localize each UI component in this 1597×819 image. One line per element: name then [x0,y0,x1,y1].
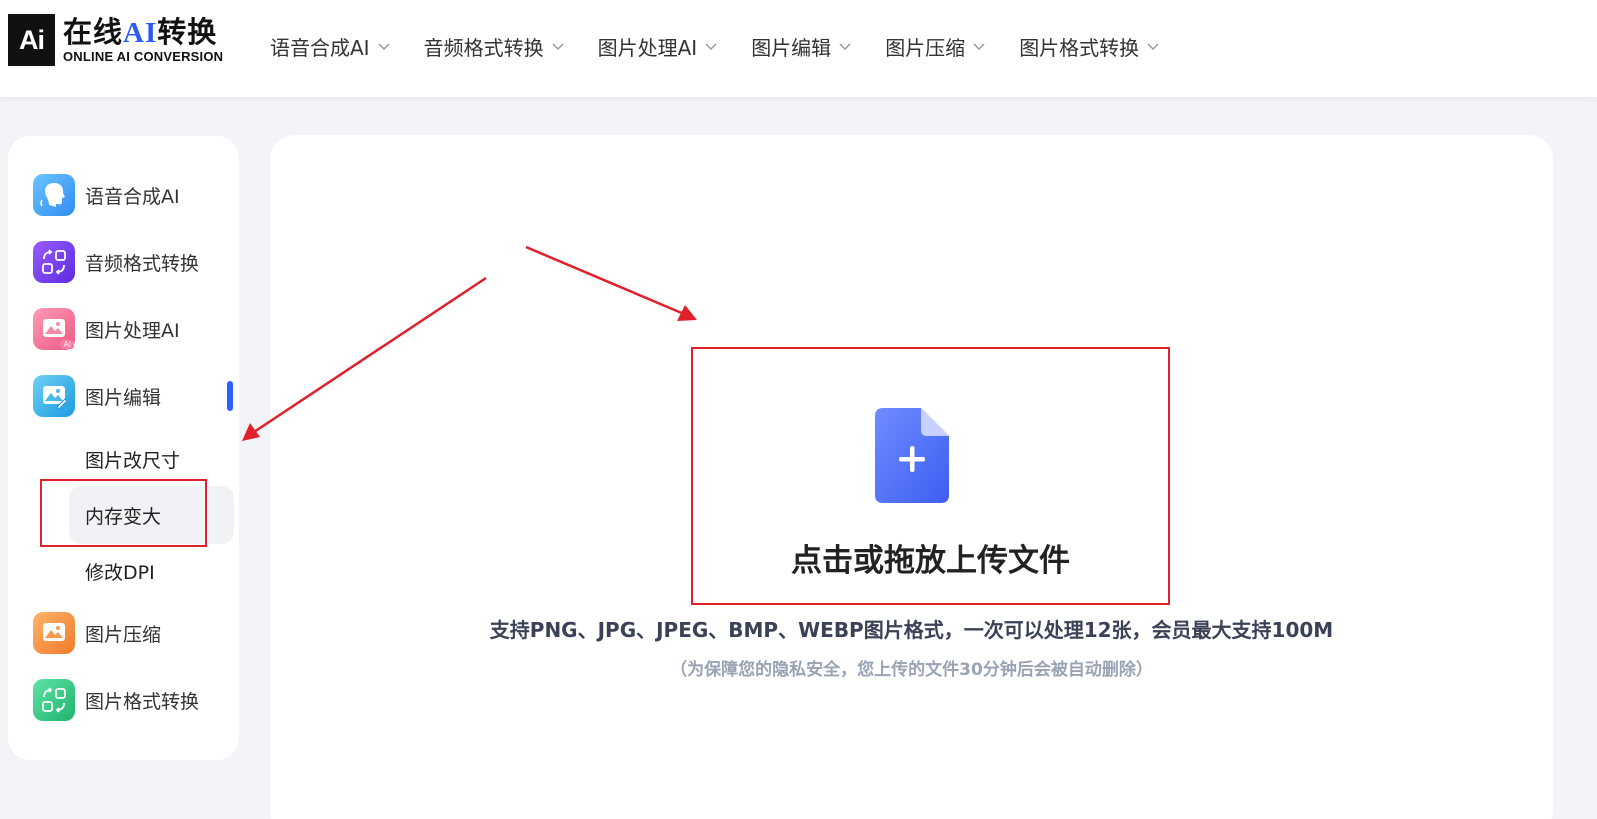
sidebar-item-label: 图片格式转换 [85,690,200,713]
nav-item-voice-ai[interactable]: 语音合成AI [270,30,391,62]
image-edit-icon [33,375,75,417]
chevron-down-icon [973,43,985,51]
sidebar-item-label: 音频格式转换 [85,252,200,275]
audio-convert-icon [33,241,75,283]
nav-item-audio-convert[interactable]: 音频格式转换 [424,30,565,62]
top-header: Ai 在线AI转换 ONLINE AI CONVERSION 语音合成AI 音频… [0,0,1597,97]
arrow-head-sidebar [242,423,260,441]
sub-item-increase-size[interactable]: 内存变大 [85,502,161,529]
nav-item-label: 音频格式转换 [423,35,544,60]
site-logo[interactable]: Ai 在线AI转换 ONLINE AI CONVERSION [8,14,223,66]
file-plus-icon[interactable] [875,408,949,503]
nav-item-label: 语音合成AI [270,35,370,60]
sub-item-resize[interactable]: 图片改尺寸 [85,446,180,473]
chevron-down-icon [378,43,390,51]
nav-item-label: 图片处理AI [597,35,698,60]
sidebar-item-image-format[interactable]: 图片格式转换 [33,679,199,721]
sidebar-item-label: 图片编辑 [85,386,162,409]
sidebar: 语音合成AI 音频格式转换 AI 图片处理AI 图片编辑 图片改尺寸 内存变大 … [8,136,239,760]
sidebar-item-image-ai[interactable]: AI 图片处理AI [33,308,180,350]
sidebar-item-label: 图片处理AI [85,319,180,342]
nav-item-label: 图片格式转换 [1019,35,1140,60]
logo-mark: Ai [8,14,55,66]
logo-title: 在线AI转换 [63,14,218,49]
sidebar-item-image-compress[interactable]: 图片压缩 [33,612,161,654]
sidebar-item-label: 语音合成AI [85,185,180,208]
image-compress-icon [33,612,75,654]
image-ai-icon: AI [33,308,75,350]
nav-item-label: 图片编辑 [751,35,832,60]
logo-text: 在线AI转换 ONLINE AI CONVERSION [63,16,223,65]
privacy-note: （为保障您的隐私安全，您上传的文件30分钟后会被自动删除） [670,660,1153,680]
chevron-down-icon [839,43,851,51]
sidebar-item-audio-convert[interactable]: 音频格式转换 [33,241,199,283]
sidebar-item-voice-ai[interactable]: 语音合成AI [33,174,180,216]
nav-item-label: 图片压缩 [885,35,966,60]
active-indicator [227,381,233,411]
nav-item-image-ai[interactable]: 图片处理AI [598,30,719,62]
image-format-icon [33,679,75,721]
sidebar-item-label: 图片压缩 [85,623,162,646]
logo-subtitle: ONLINE AI CONVERSION [63,48,224,64]
upload-title[interactable]: 点击或拖放上传文件 [691,535,1170,580]
chevron-down-icon [1147,43,1159,51]
main-nav: 语音合成AI 音频格式转换 图片处理AI 图片编辑 图片压缩 图片格式转换 [270,30,1193,62]
sub-item-modify-dpi[interactable]: 修改DPI [85,558,155,585]
ai-badge: AI [60,340,74,349]
nav-item-image-edit[interactable]: 图片编辑 [751,30,852,62]
sidebar-item-image-edit[interactable]: 图片编辑 [33,375,161,417]
nav-item-image-compress[interactable]: 图片压缩 [885,30,986,62]
chevron-down-icon [705,43,717,51]
voice-icon [33,174,75,216]
nav-item-image-format[interactable]: 图片格式转换 [1019,30,1160,62]
chevron-down-icon [552,43,564,51]
upload-description: 支持PNG、JPG、JPEG、BMP、WEBP图片格式，一次可以处理12张，会员… [489,618,1334,642]
